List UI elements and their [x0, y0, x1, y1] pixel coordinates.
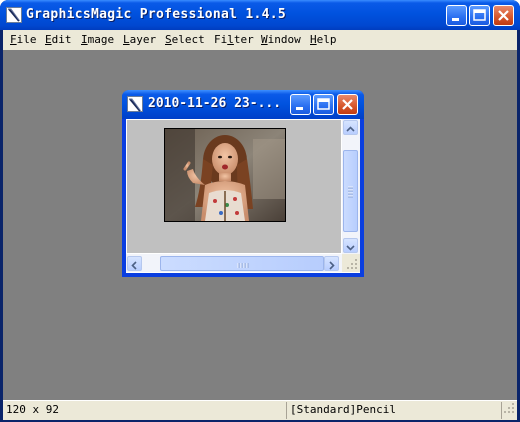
scroll-right-button[interactable] — [324, 256, 339, 271]
horizontal-scrollbar[interactable] — [126, 254, 342, 272]
vertical-scroll-thumb[interactable] — [343, 150, 358, 232]
status-separator — [286, 402, 287, 419]
chevron-right-icon — [329, 261, 335, 270]
vertical-scrollbar[interactable] — [342, 119, 360, 254]
photo-thumbnail[interactable] — [164, 128, 286, 222]
minimize-button[interactable] — [446, 5, 467, 26]
document-title: 2010-11-26 23-... — [148, 96, 282, 111]
menu-filter[interactable]: Filter — [214, 33, 254, 46]
menu-select[interactable]: Select — [165, 33, 205, 46]
maximize-icon — [473, 9, 486, 21]
scroll-left-button[interactable] — [127, 256, 142, 271]
document-maximize-button[interactable] — [313, 94, 334, 115]
chevron-down-icon — [346, 245, 355, 251]
app-logo-icon[interactable] — [6, 7, 22, 23]
status-separator — [501, 402, 502, 419]
close-icon — [498, 10, 509, 21]
scroll-up-button[interactable] — [343, 120, 358, 135]
minimize-icon — [452, 18, 459, 21]
menu-image[interactable]: Image — [81, 33, 114, 46]
menu-file[interactable]: File — [10, 33, 37, 46]
menu-bar: File Edit Image Layer Select Filter Wind… — [3, 30, 517, 50]
menu-window[interactable]: Window — [261, 33, 301, 46]
window-resize-grip[interactable] — [503, 399, 515, 418]
resize-grip-icon — [504, 403, 514, 413]
resize-grip-icon — [347, 259, 357, 269]
maximize-icon — [317, 98, 330, 110]
document-close-button[interactable] — [337, 94, 358, 115]
horizontal-scroll-thumb[interactable] — [160, 256, 324, 271]
chevron-up-icon — [346, 126, 355, 132]
status-image-size: 120 x 92 — [6, 403, 59, 416]
minimize-icon — [296, 107, 303, 110]
status-bar: 120 x 92 [Standard]Pencil — [3, 400, 517, 420]
main-window: GraphicsMagic Professional 1.4.5 File Ed… — [0, 0, 520, 422]
document-icon[interactable] — [127, 96, 143, 112]
status-current-tool: [Standard]Pencil — [290, 403, 396, 416]
menu-help[interactable]: Help — [310, 33, 337, 46]
maximize-button[interactable] — [469, 5, 490, 26]
app-title: GraphicsMagic Professional 1.4.5 — [26, 7, 287, 22]
scroll-down-button[interactable] — [343, 238, 358, 253]
menu-layer[interactable]: Layer — [123, 33, 156, 46]
document-size-grip[interactable] — [342, 254, 360, 272]
main-title-bar[interactable]: GraphicsMagic Professional 1.4.5 — [0, 0, 520, 30]
document-client-area — [126, 119, 360, 273]
chevron-left-icon — [131, 261, 137, 270]
image-canvas-area[interactable] — [127, 120, 341, 253]
close-icon — [342, 99, 353, 110]
image-document-window[interactable]: 2010-11-26 23-... — [122, 90, 364, 277]
grip-lines-icon — [237, 263, 249, 268]
document-minimize-button[interactable] — [290, 94, 311, 115]
grip-lines-icon — [348, 186, 353, 198]
menu-edit[interactable]: Edit — [45, 33, 72, 46]
document-title-bar[interactable]: 2010-11-26 23-... — [122, 90, 364, 119]
close-button[interactable] — [493, 5, 514, 26]
